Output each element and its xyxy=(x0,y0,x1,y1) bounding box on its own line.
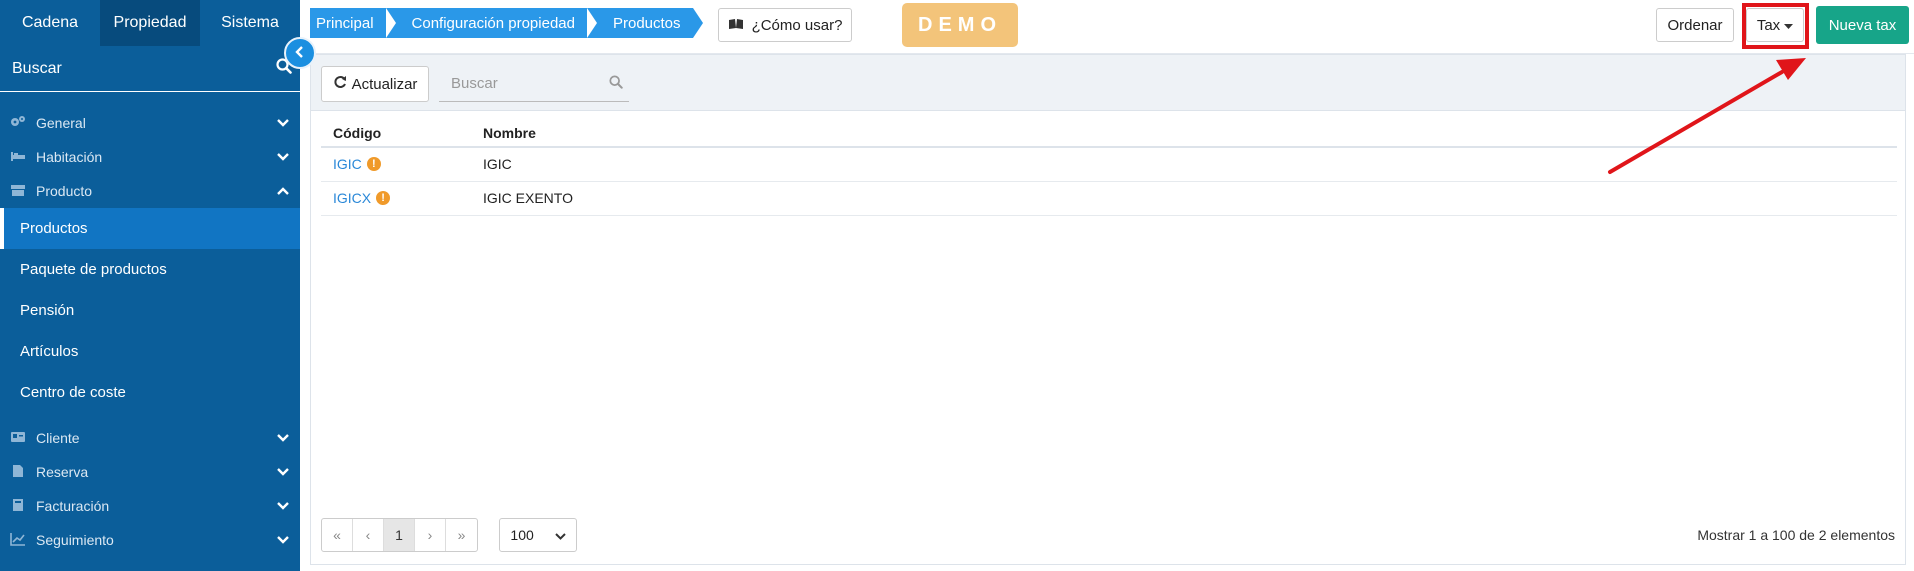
sidebar-item-productos[interactable]: Productos xyxy=(0,208,300,249)
sidebar-item-articulos[interactable]: Artículos xyxy=(0,331,300,372)
tab-sistema[interactable]: Sistema xyxy=(200,0,300,46)
tax-code-link[interactable]: IGICX! xyxy=(333,190,391,206)
tax-name: IGIC xyxy=(471,147,1897,182)
next-page-button[interactable]: › xyxy=(415,519,446,551)
refresh-label: Actualizar xyxy=(351,75,418,93)
sidebar-top-tabs: Cadena Propiedad Sistema xyxy=(0,0,300,46)
box-icon xyxy=(10,183,26,199)
file-icon xyxy=(10,464,26,481)
chevron-down-icon xyxy=(554,527,566,543)
table-row[interactable]: IGIC! IGIC xyxy=(321,147,1897,182)
top-bar: Principal Configuración propiedad Produc… xyxy=(300,0,1914,54)
ordenar-button[interactable]: Ordenar xyxy=(1656,8,1734,42)
sidebar-item-centro-coste[interactable]: Centro de coste xyxy=(0,372,300,413)
sidebar-group-seguimiento[interactable]: Seguimiento xyxy=(0,523,300,557)
sidebar-group-producto[interactable]: Producto xyxy=(0,174,300,208)
refresh-icon xyxy=(333,75,347,93)
cogs-icon xyxy=(10,115,26,131)
pagination: « ‹ 1 › » xyxy=(321,518,478,552)
caret-down-icon xyxy=(1784,17,1794,34)
sidebar-search-placeholder: Buscar xyxy=(12,59,62,77)
sidebar-group-general[interactable]: General xyxy=(0,106,300,140)
tax-code-link[interactable]: IGIC! xyxy=(333,156,381,172)
chevron-down-icon xyxy=(276,115,290,131)
nueva-tax-button[interactable]: Nueva tax xyxy=(1816,6,1909,44)
pagination-summary: Mostrar 1 a 100 de 2 elementos xyxy=(1697,527,1895,543)
last-page-button[interactable]: » xyxy=(446,519,477,551)
book-icon xyxy=(728,17,744,34)
sidebar-group-label: Habitación xyxy=(36,149,103,165)
chevron-up-icon xyxy=(276,183,290,199)
chevron-left-icon xyxy=(294,45,306,62)
warning-icon: ! xyxy=(376,191,391,205)
demo-badge: DEMO xyxy=(902,3,1018,47)
current-page-button[interactable]: 1 xyxy=(384,519,415,551)
breadcrumb-configuracion[interactable]: Configuración propiedad xyxy=(385,8,598,38)
column-header-codigo[interactable]: Código xyxy=(321,119,471,148)
tax-code[interactable]: IGIC xyxy=(333,156,362,172)
sidebar-search[interactable]: Buscar xyxy=(0,46,300,92)
prev-page-button[interactable]: ‹ xyxy=(353,519,384,551)
sidebar: Cadena Propiedad Sistema Buscar General … xyxy=(0,0,300,571)
sidebar-item-pension[interactable]: Pensión xyxy=(0,290,300,331)
tab-propiedad[interactable]: Propiedad xyxy=(100,0,200,46)
sidebar-group-facturacion[interactable]: Facturación xyxy=(0,489,300,523)
page-size-value: 100 xyxy=(510,527,534,543)
main-panel: Actualizar Buscar Código Nombre IGIC! IG… xyxy=(310,54,1906,565)
tax-dropdown-button[interactable]: Tax xyxy=(1746,8,1804,42)
how-to-use-label: ¿Cómo usar? xyxy=(751,16,843,34)
how-to-use-button[interactable]: ¿Cómo usar? xyxy=(718,8,852,42)
calculator-icon xyxy=(10,498,26,515)
table-row[interactable]: IGICX! IGIC EXENTO xyxy=(321,181,1897,216)
breadcrumb: Principal Configuración propiedad Produc… xyxy=(310,8,703,38)
page-size-select[interactable]: 100 xyxy=(499,518,577,552)
chevron-down-icon xyxy=(276,149,290,165)
tax-name: IGIC EXENTO xyxy=(471,181,1897,216)
sidebar-group-label: General xyxy=(36,115,86,131)
tab-cadena[interactable]: Cadena xyxy=(0,0,100,46)
column-header-nombre[interactable]: Nombre xyxy=(471,119,1897,148)
content-search-placeholder: Buscar xyxy=(451,75,498,92)
sidebar-group-label: Cliente xyxy=(36,430,80,446)
content-toolbar: Actualizar Buscar xyxy=(311,55,1905,111)
sidebar-group-reserva[interactable]: Reserva xyxy=(0,455,300,489)
sidebar-group-cliente[interactable]: Cliente xyxy=(0,421,300,455)
sidebar-group-label: Producto xyxy=(36,183,93,199)
content-search-input[interactable]: Buscar xyxy=(439,66,629,102)
sidebar-collapse-button[interactable] xyxy=(284,37,316,69)
first-page-button[interactable]: « xyxy=(322,519,353,551)
tax-code[interactable]: IGICX xyxy=(333,190,371,206)
warning-icon: ! xyxy=(366,157,381,172)
chevron-down-icon xyxy=(276,464,290,480)
chart-icon xyxy=(10,532,26,549)
tax-label: Tax xyxy=(1756,16,1781,34)
refresh-button[interactable]: Actualizar xyxy=(321,66,429,102)
search-icon[interactable] xyxy=(609,74,623,93)
breadcrumb-principal[interactable]: Principal xyxy=(310,8,396,38)
breadcrumb-productos[interactable]: Productos xyxy=(587,8,703,38)
chevron-down-icon xyxy=(276,430,290,446)
tax-table: Código Nombre IGIC! IGIC IGICX! IGIC EXE… xyxy=(321,119,1897,216)
sidebar-group-label: Facturación xyxy=(36,498,110,514)
sidebar-group-label: Reserva xyxy=(36,464,89,480)
chevron-down-icon xyxy=(276,498,290,514)
id-card-icon xyxy=(10,430,26,446)
chevron-down-icon xyxy=(276,532,290,548)
bed-icon xyxy=(10,149,26,165)
sidebar-group-label: Seguimiento xyxy=(36,532,114,548)
sidebar-group-habitacion[interactable]: Habitación xyxy=(0,140,300,174)
sidebar-item-paquete-productos[interactable]: Paquete de productos xyxy=(0,249,300,290)
